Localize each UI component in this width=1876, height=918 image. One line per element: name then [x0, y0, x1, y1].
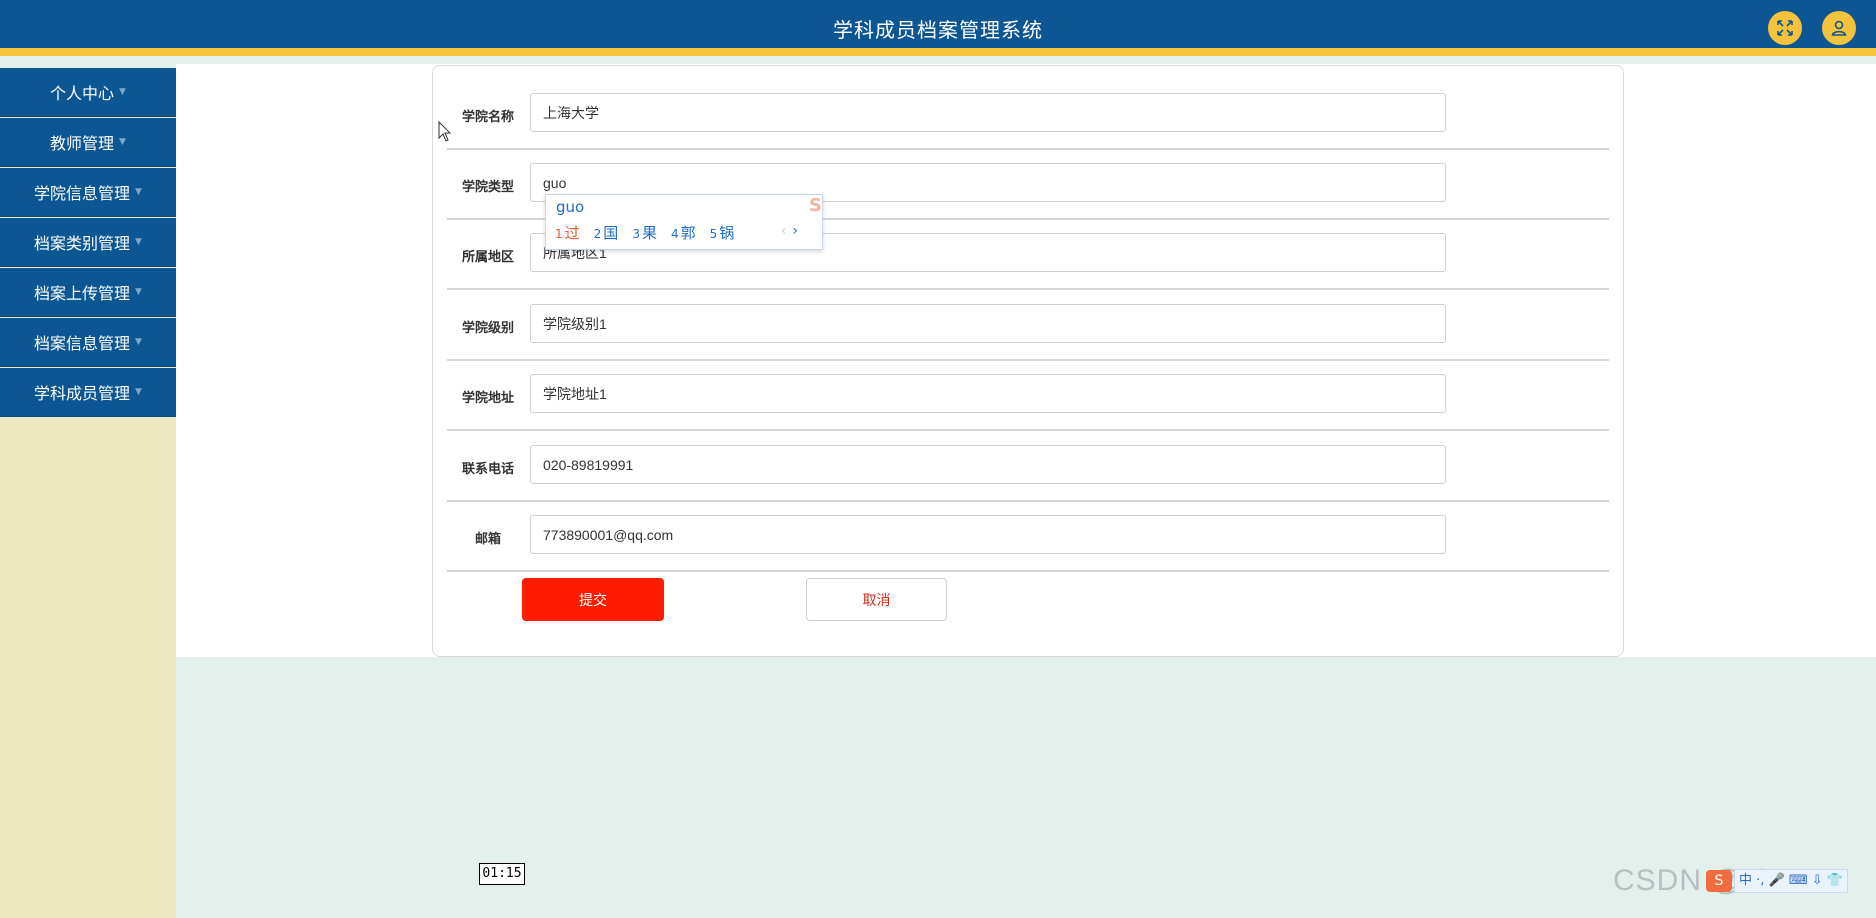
ime-status-bar[interactable]: S 中 ·, 🎤 ⌨ ⇩ 👕 — [1706, 866, 1876, 896]
sidebar-item-personal-center[interactable]: 个人中心 ▼ — [0, 68, 176, 117]
sidebar: 个人中心 ▼ 教师管理 ▼ 学院信息管理 ▼ 档案类别管理 ▼ 档案上传管理 ▼ 档案信息… — [0, 68, 176, 918]
cancel-button[interactable]: 取消 — [806, 578, 947, 621]
form-row-college-name: 学院名称 — [447, 80, 1609, 150]
mouse-pointer-icon — [438, 121, 452, 142]
caret-down-icon: ▼ — [119, 137, 126, 147]
user-icon — [1831, 20, 1847, 36]
user-menu-button[interactable] — [1822, 11, 1856, 45]
ime-candidate[interactable]: 4郭 — [671, 222, 696, 243]
form-row-college-level: 学院级别 — [447, 291, 1609, 361]
sidebar-item-label: 学院信息管理 — [34, 184, 131, 203]
sidebar-item-label: 档案上传管理 — [34, 284, 131, 303]
top-header: 学科成员档案管理系统 — [0, 0, 1876, 56]
phone-input[interactable] — [530, 445, 1446, 484]
email-input[interactable] — [530, 515, 1446, 554]
sogou-logo-icon: S — [809, 195, 822, 216]
ime-toolbar[interactable]: 中 ·, 🎤 ⌨ ⇩ 👕 — [1734, 869, 1848, 893]
ime-candidate[interactable]: 1过 — [555, 222, 580, 243]
fullscreen-button[interactable] — [1768, 11, 1802, 45]
field-label: 所属地区 — [461, 249, 514, 265]
form-row-college-address: 学院地址 — [447, 361, 1609, 431]
college-level-input[interactable] — [530, 304, 1446, 343]
caret-down-icon: ▼ — [135, 187, 142, 197]
ime-candidate[interactable]: 3果 — [632, 222, 657, 243]
ime-next-page-icon[interactable]: › — [792, 223, 798, 239]
caret-down-icon: ▼ — [135, 387, 142, 397]
sidebar-item-label: 学科成员管理 — [34, 384, 131, 403]
field-label: 学院级别 — [461, 320, 514, 336]
college-address-input[interactable] — [530, 374, 1446, 413]
field-label: 学院名称 — [461, 109, 514, 125]
ime-candidate-list: 1过 2国 3果 4郭 5锅 — [555, 222, 734, 243]
college-name-input[interactable] — [530, 93, 1446, 132]
app-title: 学科成员档案管理系统 — [833, 18, 1043, 42]
caret-down-icon: ▼ — [135, 337, 142, 347]
field-label: 联系电话 — [461, 461, 514, 477]
caret-down-icon: ▼ — [119, 87, 126, 97]
form-row-phone: 联系电话 — [447, 432, 1609, 502]
sidebar-item-label: 档案类别管理 — [34, 234, 131, 253]
sidebar-item-label: 档案信息管理 — [34, 334, 131, 353]
ime-candidate[interactable]: 5锅 — [710, 222, 735, 243]
sogou-icon[interactable]: S — [1706, 870, 1732, 892]
field-label: 学院地址 — [461, 390, 514, 406]
ime-composition-text: guo — [556, 198, 585, 216]
ime-prev-page-icon[interactable]: ‹ — [781, 223, 787, 239]
caret-down-icon: ▼ — [135, 287, 142, 297]
form-row-email: 邮箱 — [447, 502, 1609, 572]
expand-arrows-icon — [1777, 20, 1793, 36]
ime-candidate-popup: guo S 1过 2国 3果 4郭 5锅 ‹ › — [545, 194, 823, 250]
sidebar-item-college-info-management[interactable]: 学院信息管理 ▼ — [0, 168, 176, 217]
field-label: 学院类型 — [461, 179, 514, 195]
sidebar-item-archive-info-management[interactable]: 档案信息管理 ▼ — [0, 318, 176, 367]
caret-down-icon: ▼ — [135, 237, 142, 247]
ime-page-nav: ‹ › — [781, 223, 798, 239]
sidebar-item-label: 教师管理 — [50, 134, 115, 153]
sidebar-item-label: 个人中心 — [50, 84, 115, 103]
sidebar-item-member-management[interactable]: 学科成员管理 ▼ — [0, 368, 176, 417]
sidebar-item-archive-upload-management[interactable]: 档案上传管理 ▼ — [0, 268, 176, 317]
field-label: 邮箱 — [474, 531, 501, 547]
submit-button[interactable]: 提交 — [522, 578, 664, 621]
sidebar-item-archive-category-management[interactable]: 档案类别管理 ▼ — [0, 218, 176, 267]
ime-candidate[interactable]: 2国 — [594, 222, 619, 243]
recording-timer: 01:15 — [479, 863, 525, 885]
sidebar-item-teacher-management[interactable]: 教师管理 ▼ — [0, 118, 176, 167]
